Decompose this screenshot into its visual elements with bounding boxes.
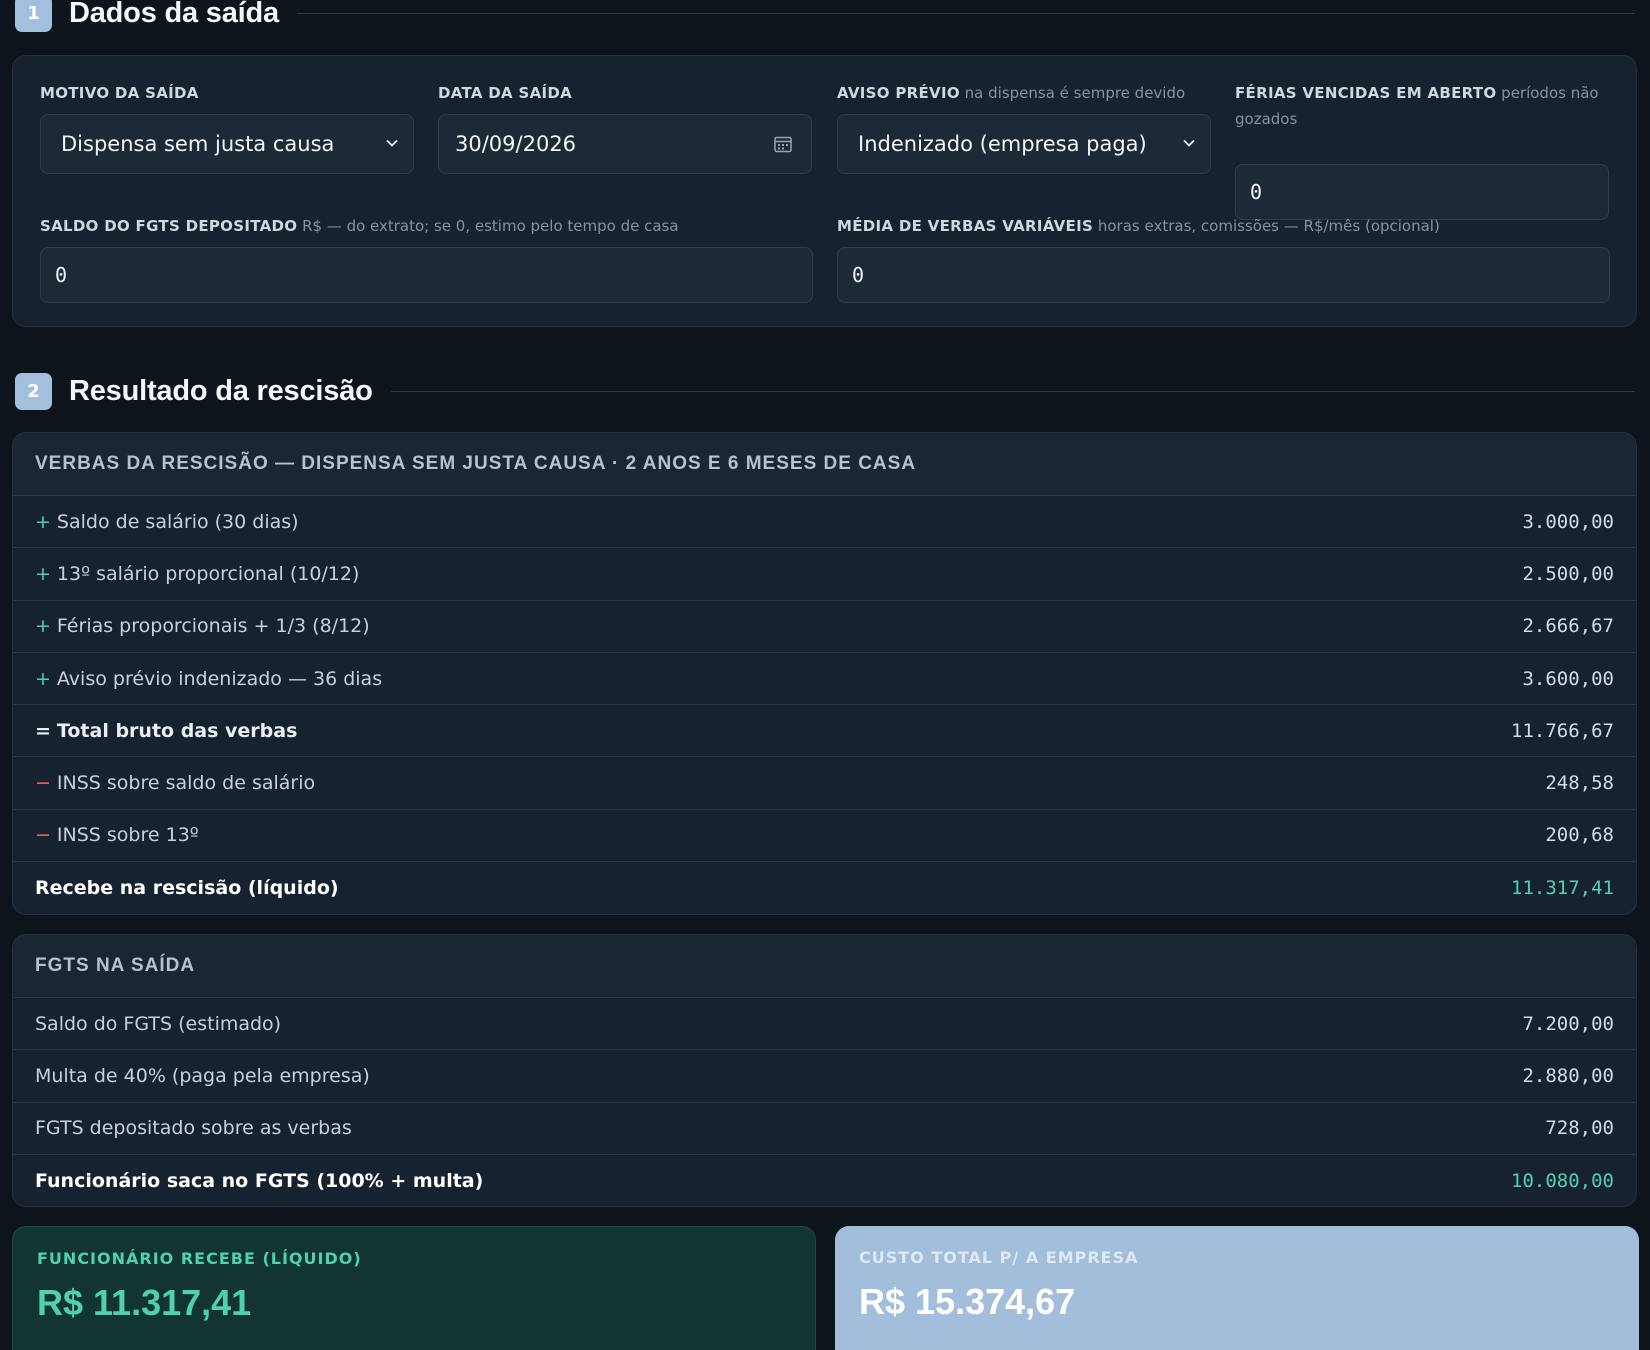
table-row: Multa de 40% (paga pela empresa) 2.880,0… [13, 1050, 1636, 1103]
row-label: INSS sobre saldo de salário [56, 772, 316, 795]
row-value: 3.000,00 [1522, 510, 1614, 533]
section-header-resultado: 2 Resultado da rescisão [15, 371, 1635, 411]
row-label: 13º salário proporcional (10/12) [56, 562, 360, 585]
field-label: FÉRIAS VENCIDAS EM ABERTO [1235, 84, 1497, 102]
section-divider [390, 390, 1635, 392]
row-value: 248,58 [1545, 772, 1614, 795]
exit-data-form: MOTIVO DA SAÍDA Dispensa sem justa causa… [12, 55, 1637, 327]
verbas-table: VERBAS DA RESCISÃO — DISPENSA SEM JUSTA … [12, 432, 1637, 915]
row-value: 10.080,00 [1511, 1170, 1614, 1193]
fgts-table: FGTS NA SAÍDA Saldo do FGTS (estimado) 7… [12, 934, 1637, 1207]
row-label: Aviso prévio indenizado — 36 dias [56, 667, 383, 690]
row-value: 7.200,00 [1522, 1012, 1614, 1035]
field-label: MÉDIA DE VERBAS VARIÁVEIS [837, 217, 1094, 235]
card-label: CUSTO TOTAL P/ A EMPRESA [859, 1248, 1139, 1267]
field-media: MÉDIA DE VERBAS VARIÁVEIS horas extras, … [837, 213, 1610, 303]
field-label: AVISO PRÉVIO [837, 84, 960, 102]
field-fgts: SALDO DO FGTS DEPOSITADO R$ — do extrato… [40, 213, 813, 303]
table-row: +13º salário proporcional (10/12) 2.500,… [13, 548, 1636, 601]
motivo-select[interactable]: Dispensa sem justa causa [40, 114, 414, 174]
fgts-input[interactable]: 0 [40, 247, 813, 303]
section-header-dados: 1 Dados da saída [15, 0, 1635, 33]
row-value: 11.766,67 [1511, 719, 1614, 742]
row-label: INSS sobre 13º [56, 824, 199, 847]
row-value: 728,00 [1545, 1117, 1614, 1140]
plus-sign: + [35, 510, 51, 533]
select-value: Indenizado (empresa paga) [858, 132, 1147, 156]
section-title: Resultado da rescisão [69, 374, 373, 407]
table-row-net: Funcionário saca no FGTS (100% + multa) … [13, 1155, 1636, 1206]
field-hint: R$ — do extrato; se 0, estimo pelo tempo… [302, 217, 679, 235]
input-value: 0 [55, 263, 68, 287]
row-label: Saldo de salário (30 dias) [56, 510, 299, 533]
media-input[interactable]: 0 [837, 247, 1610, 303]
table-row: Saldo do FGTS (estimado) 7.200,00 [13, 998, 1636, 1051]
plus-sign: + [35, 667, 51, 690]
table-row: + Saldo de salário (30 dias) 3.000,00 [13, 496, 1636, 549]
table-row: − INSS sobre 13º 200,68 [13, 810, 1636, 863]
equals-sign: = [35, 719, 51, 742]
date-value: 30/09/2026 [455, 132, 577, 156]
calendar-icon[interactable] [773, 134, 793, 154]
ferias-input[interactable]: 0 [1235, 164, 1609, 220]
minus-sign: − [35, 824, 51, 847]
chevron-down-icon [386, 139, 398, 147]
employee-net-card: FUNCIONÁRIO RECEBE (LÍQUIDO) R$ 11.317,4… [12, 1226, 816, 1350]
card-label: FUNCIONÁRIO RECEBE (LÍQUIDO) [37, 1249, 362, 1268]
row-value: 2.666,67 [1522, 615, 1614, 638]
field-data: DATA DA SAÍDA 30/09/2026 [438, 80, 812, 174]
row-label: FGTS depositado sobre as verbas [35, 1117, 352, 1140]
row-value: 2.500,00 [1522, 562, 1614, 585]
date-input[interactable]: 30/09/2026 [438, 114, 812, 174]
row-value: 11.317,41 [1511, 877, 1614, 900]
company-cost-card: CUSTO TOTAL P/ A EMPRESA R$ 15.374,67 [835, 1226, 1639, 1350]
section-title: Dados da saída [69, 0, 279, 29]
card-value: R$ 11.317,41 [37, 1282, 252, 1323]
row-label: Funcionário saca no FGTS (100% + multa) [35, 1170, 484, 1193]
section-number-badge: 1 [15, 0, 52, 32]
table-row: FGTS depositado sobre as verbas 728,00 [13, 1103, 1636, 1155]
select-value: Dispensa sem justa causa [61, 132, 335, 156]
field-label: MOTIVO DA SAÍDA [40, 84, 199, 102]
field-hint: horas extras, comissões — R$/mês (opcion… [1097, 217, 1440, 235]
table-row-net: Recebe na rescisão (líquido) 11.317,41 [13, 862, 1636, 914]
row-label: Férias proporcionais + 1/3 (8/12) [56, 615, 370, 638]
row-label: Total bruto das verbas [56, 719, 298, 742]
field-motivo: MOTIVO DA SAÍDA Dispensa sem justa causa [40, 80, 414, 174]
minus-sign: − [35, 772, 51, 795]
row-label: Saldo do FGTS (estimado) [35, 1012, 282, 1035]
chevron-down-icon [1183, 139, 1195, 147]
plus-sign: + [35, 562, 51, 585]
row-label: Multa de 40% (paga pela empresa) [35, 1064, 370, 1087]
row-value: 2.880,00 [1522, 1064, 1614, 1087]
table-row-total: = Total bruto das verbas 11.766,67 [13, 705, 1636, 758]
table-title: FGTS NA SAÍDA [13, 935, 1636, 998]
field-aviso: AVISO PRÉVIO na dispensa é sempre devido… [837, 80, 1211, 174]
field-label: SALDO DO FGTS DEPOSITADO [40, 217, 298, 235]
field-label: DATA DA SAÍDA [438, 84, 573, 102]
table-row: + Férias proporcionais + 1/3 (8/12) 2.666… [13, 601, 1636, 653]
section-divider [296, 12, 1635, 14]
row-value: 3.600,00 [1522, 667, 1614, 690]
input-value: 0 [1250, 180, 1263, 204]
row-label: Recebe na rescisão (líquido) [35, 877, 339, 900]
table-row: + Aviso prévio indenizado — 36 dias 3.600… [13, 653, 1636, 706]
aviso-select[interactable]: Indenizado (empresa paga) [837, 114, 1211, 174]
section-number-badge: 2 [15, 372, 52, 410]
card-value: R$ 15.374,67 [859, 1281, 1076, 1322]
row-value: 200,68 [1545, 824, 1614, 847]
table-title: VERBAS DA RESCISÃO — DISPENSA SEM JUSTA … [13, 433, 1636, 496]
input-value: 0 [852, 263, 865, 287]
plus-sign: + [35, 615, 51, 638]
table-row: − INSS sobre saldo de salário 248,58 [13, 757, 1636, 810]
field-hint: na dispensa é sempre devido [964, 84, 1186, 102]
field-ferias: FÉRIAS VENCIDAS EM ABERTO períodos não g… [1235, 80, 1609, 220]
